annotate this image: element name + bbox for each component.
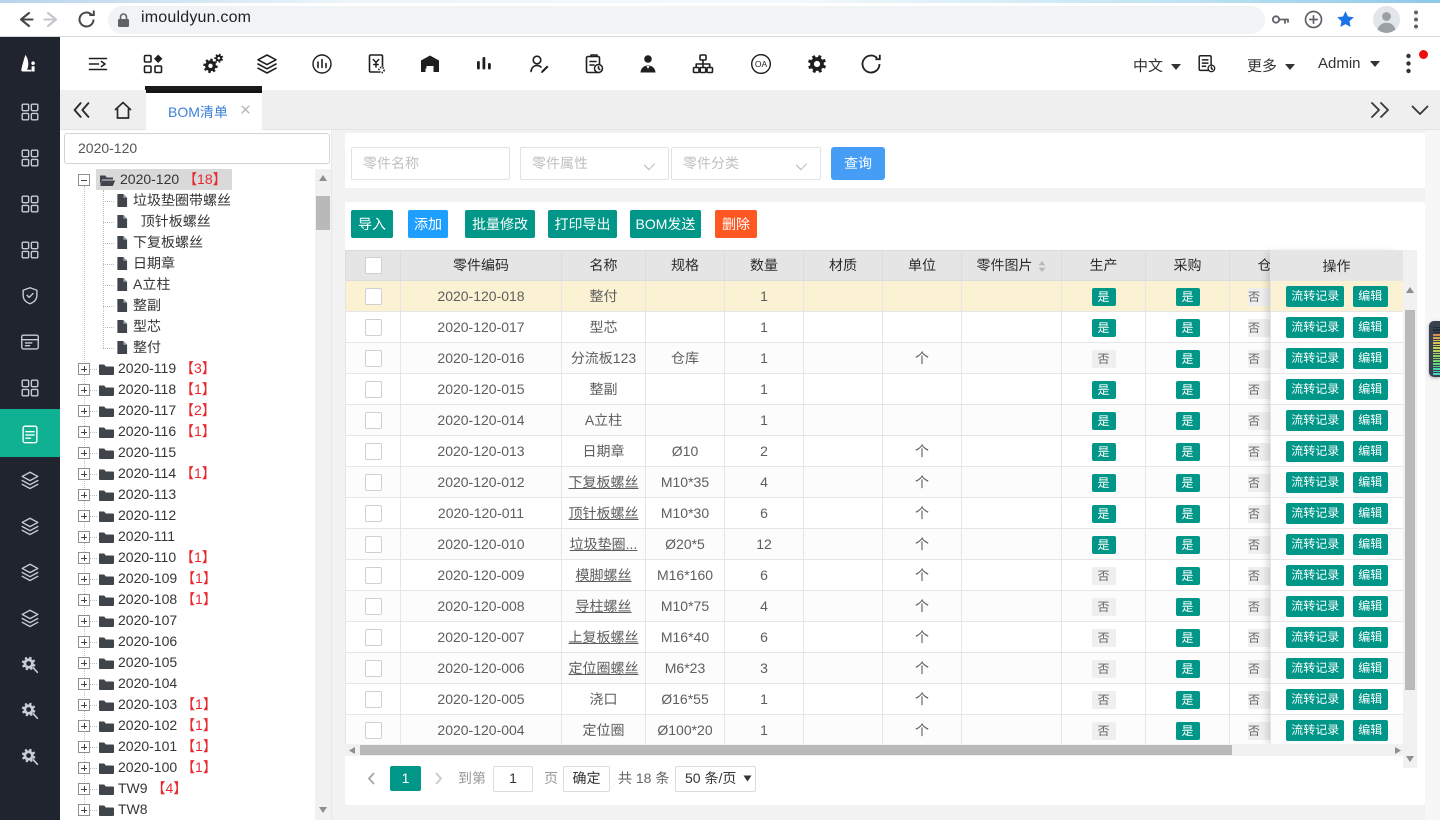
svg-text:OA: OA bbox=[755, 59, 768, 69]
